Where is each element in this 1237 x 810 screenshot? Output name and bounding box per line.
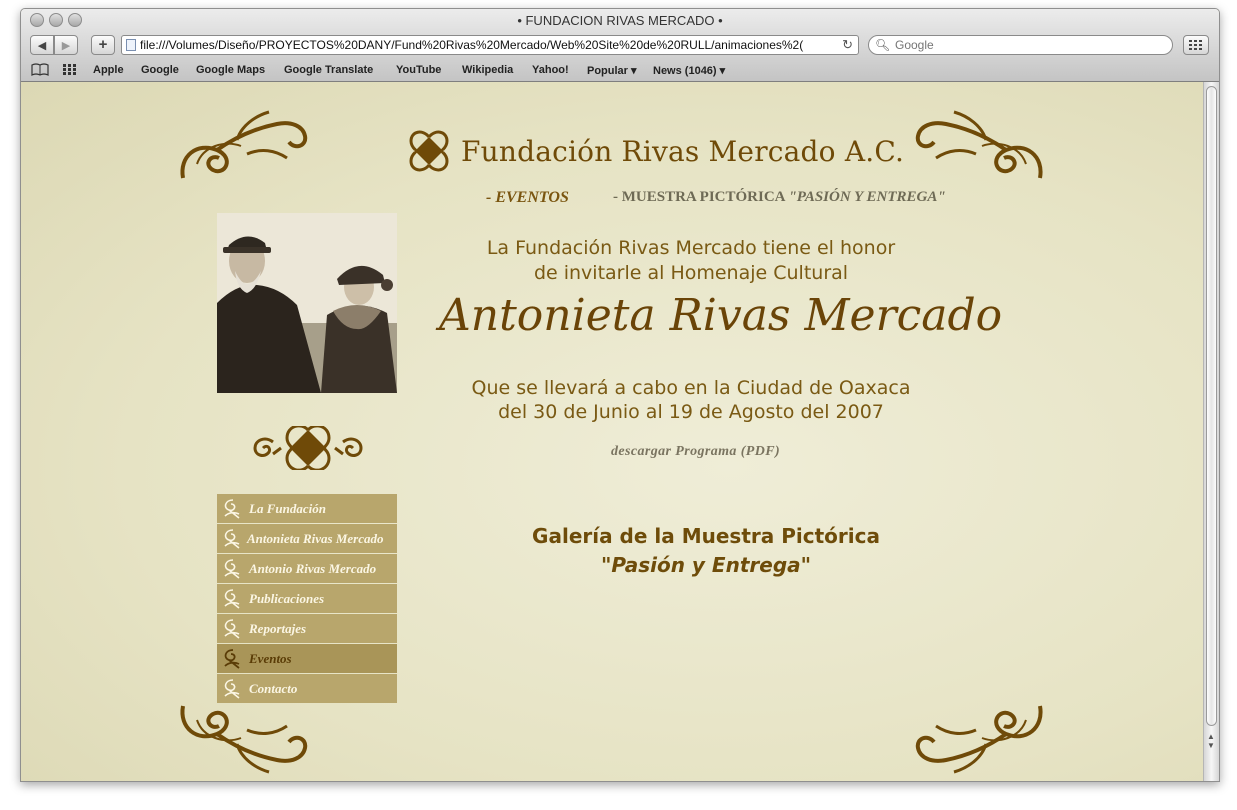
bookmark-wikipedia[interactable]: Wikipedia [462,64,513,76]
menu-item-contacto[interactable]: Contacto [217,674,397,703]
url-text: file:///Volumes/Diseño/PROYECTOS%20DANY/… [140,38,804,52]
corner-ornament-bottom-right-icon [915,705,1043,774]
reading-list-icon[interactable] [31,63,49,76]
bookmark-google[interactable]: Google [141,64,179,76]
event-details: Que se llevará a cabo en la Ciudad de Oa… [431,376,951,424]
details-line-2: del 30 de Junio al 19 de Agosto del 2007 [498,401,884,423]
window-title: • FUNDACION RIVAS MERCADO • [517,13,723,28]
swirl-icon [224,559,240,579]
gallery-title: Galería de la Muestra Pictórica [532,524,880,548]
bookmark-google-translate[interactable]: Google Translate [284,64,373,76]
menu-item-reportajes[interactable]: Reportajes [217,614,397,643]
menu-item-antonieta-rivas-mercado[interactable]: Antonieta Rivas Mercado [217,524,397,553]
menu-item-publicaciones[interactable]: Publicaciones [217,584,397,613]
divider-ornament-icon [253,426,363,470]
breadcrumb-section[interactable]: - EVENTOS [486,189,569,207]
logo-text: Fundación Rivas Mercado A.C. [461,135,905,168]
bookmark-google-maps[interactable]: Google Maps [196,64,265,76]
menu-item-label: Antonio Rivas Mercado [249,561,377,576]
address-bar[interactable]: file:///Volumes/Diseño/PROYECTOS%20DANY/… [121,35,859,55]
search-field[interactable]: 🔍︎ [868,35,1173,55]
swirl-icon [224,529,240,549]
reload-icon[interactable]: ↻ [842,36,853,54]
intro-line-1: La Fundación Rivas Mercado tiene el hono… [486,237,896,259]
download-program-link[interactable]: descargar Programa (PDF) [611,444,780,460]
breadcrumb-event-prefix: - MUESTRA PICTÓRICA [613,189,785,205]
breadcrumb-event-title: "PASIÓN Y ENTREGA" [788,189,946,205]
menu-item-label: Contacto [249,681,298,696]
bookmark-yahoo[interactable]: Yahoo! [532,64,569,76]
bookmark-youtube[interactable]: YouTube [396,64,441,76]
grid-icon [1189,40,1202,50]
top-sites-grid-icon[interactable] [63,64,76,75]
menu-item-la-fundacion[interactable]: La Fundación [217,494,397,523]
menu-item-eventos[interactable]: Eventos [217,644,397,673]
search-icon: 🔍︎ [875,38,891,52]
gallery-link[interactable]: Galería de la Muestra Pictórica "Pasión … [491,522,921,580]
swirl-icon [224,679,240,699]
bookmark-apple[interactable]: Apple [93,64,124,76]
page-icon [126,39,136,51]
menu-item-label: La Fundación [249,501,326,516]
photo-illustration [217,213,397,393]
details-line-1: Que se llevará a cabo en la Ciudad de Oa… [471,377,911,399]
menu-item-label: Publicaciones [249,591,325,606]
back-button[interactable]: ◀ [30,35,54,55]
swirl-icon [224,589,240,609]
corner-ornament-top-right-icon [915,110,1043,179]
corner-ornament-top-left-icon [180,110,308,179]
bookmarks-bar: Apple Google Google Maps Google Translat… [21,61,1219,81]
menu-item-label: Reportajes [249,621,307,636]
top-sites-button[interactable] [1183,35,1209,55]
swirl-icon [224,499,240,519]
menu-item-label: Antonieta Rivas Mercado [247,531,384,546]
corner-ornament-bottom-left-icon [180,705,308,774]
scrollbar-thumb[interactable] [1206,86,1217,726]
breadcrumb-event: - MUESTRA PICTÓRICA "PASIÓN Y ENTREGA" [613,189,946,206]
browser-toolbar: • FUNDACION RIVAS MERCADO • ◀ ▶ + file:/… [21,9,1219,82]
historic-photo [217,213,397,393]
honoree-name: Antonieta Rivas Mercado [439,290,1003,341]
bookmark-popular-menu[interactable]: Popular ▾ [587,64,637,77]
browser-window: • FUNDACION RIVAS MERCADO • ◀ ▶ + file:/… [20,8,1220,782]
menu-item-antonio-rivas-mercado[interactable]: Antonio Rivas Mercado [217,554,397,583]
intro-line-2: de invitarle al Homenaje Cultural [533,262,849,284]
swirl-icon [224,649,240,669]
bookmark-news-menu[interactable]: News (1046) ▾ [653,64,725,77]
scroll-arrows-icon[interactable]: ▲ ▼ [1207,732,1215,750]
search-input[interactable] [893,37,1167,53]
forward-button[interactable]: ▶ [54,35,78,55]
gallery-subtitle: "Pasión y Entrega" [600,553,812,577]
site-navigation-menu: La Fundación Antonieta Rivas Mercado Ant… [217,494,397,704]
vertical-scrollbar[interactable]: ▲ ▼ [1203,82,1219,781]
add-bookmark-button[interactable]: + [91,35,115,55]
swirl-icon [224,619,240,639]
logo-emblem-icon [409,130,449,172]
menu-item-label: Eventos [249,651,292,666]
page-viewport: Fundación Rivas Mercado A.C. - EVENTOS -… [21,82,1203,781]
invitation-intro: La Fundación Rivas Mercado tiene el hono… [431,236,951,286]
